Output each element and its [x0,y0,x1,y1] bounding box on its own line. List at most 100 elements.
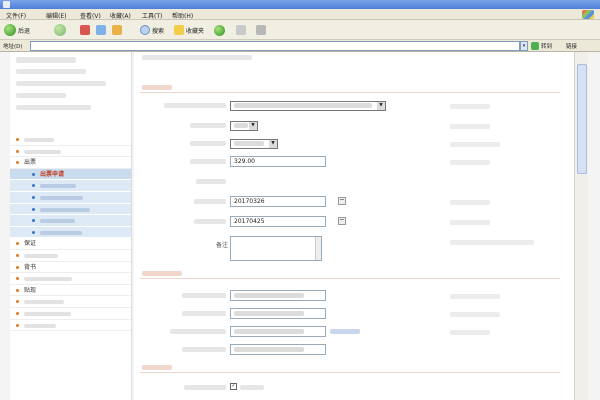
address-label: 地址(D) [3,44,23,50]
bullet-icon [16,323,19,327]
sidebar-nav-item[interactable] [10,273,131,285]
section-divider [140,278,560,279]
forward-button[interactable] [54,23,66,37]
menu-bar: 文件(F) 编辑(E) 查看(V) 收藏(A) 工具(T) 帮助(H) [0,9,600,20]
go-label: 转到 [541,44,553,50]
window-title-bar [0,0,600,9]
back-arrow-icon [4,24,16,36]
sidebar-nav-label: 贴现 [24,286,37,294]
bullet-icon [32,219,35,223]
address-input[interactable] [30,41,520,51]
issue-date-input[interactable]: 20170326 [230,196,326,207]
user-row [16,92,125,104]
sidebar-nav-item[interactable] [10,250,131,262]
star-icon [174,25,184,35]
media-button[interactable] [214,23,225,37]
bullet-icon [16,138,19,141]
chevron-down-icon: ▼ [269,140,277,148]
back-label: 后退 [18,27,31,35]
sidebar-nav-item[interactable]: 保证 [10,238,131,250]
section-divider [140,92,560,93]
form-content: ▼ ▼ ▼ 329.00 20170326 20170425 备注 ✓ [134,52,574,400]
sidebar-nav-item[interactable] [10,191,131,204]
sidebar-nav-item[interactable]: 贴现 [10,285,131,297]
address-dropdown[interactable]: ▾ [520,41,528,51]
bullet-icon [16,265,19,269]
print-icon [256,25,266,35]
menu-tools[interactable]: 工具(T) [142,11,162,20]
favorites-button[interactable]: 收藏夹 [174,23,204,37]
sidebar-nav-item[interactable]: 出票 [10,157,131,169]
search-label: 搜索 [152,27,165,35]
sidebar-nav-label: 背书 [24,263,37,271]
section-divider [140,372,560,373]
bullet-icon [32,195,35,199]
sidebar-nav-label: 出票申请 [40,170,65,178]
menu-help[interactable]: 帮助(H) [172,11,193,20]
sidebar: 出票 出票申请保证背书贴现 [10,52,132,400]
bullet-icon [16,149,19,153]
favorites-label: 收藏夹 [186,27,205,35]
sidebar-nav: 出票 出票申请保证背书贴现 [10,134,131,332]
search-button[interactable]: 搜索 [140,23,164,37]
amount-input[interactable]: 329.00 [230,156,326,167]
user-info-panel [10,52,131,116]
home-button[interactable] [112,23,122,37]
sidebar-nav-item[interactable]: 出票申请 [10,168,131,181]
refresh-icon [96,25,106,35]
calendar-icon[interactable] [338,197,346,205]
bullet-icon [16,311,19,315]
refresh-button[interactable] [96,23,106,37]
menu-file[interactable]: 文件(F) [6,11,26,20]
user-row [16,104,125,116]
bullet-icon [16,253,19,257]
menu-favorites[interactable]: 收藏(A) [110,11,131,20]
bullet-icon [32,172,35,176]
same-bank-checkbox[interactable]: ✓ [230,383,237,390]
user-row [16,68,125,80]
print-button[interactable] [256,23,266,37]
stop-icon [80,25,90,35]
search-icon [140,25,150,35]
sidebar-nav-item[interactable] [10,203,131,216]
stop-button[interactable] [80,23,90,37]
sidebar-nav-item[interactable] [10,308,131,320]
go-arrow-icon [531,42,539,50]
menu-edit[interactable]: 编辑(E) [46,11,66,20]
chevron-down-icon: ▼ [249,122,257,130]
calendar-icon[interactable] [338,217,346,225]
mail-button[interactable] [236,23,246,37]
remarks-textarea[interactable] [230,236,322,261]
back-button[interactable]: 后退 [4,23,30,37]
links-button[interactable]: 链接 [566,42,577,50]
sidebar-nav-item[interactable] [10,215,131,227]
bullet-icon [16,277,19,281]
sidebar-nav-item[interactable] [10,296,131,308]
sidebar-nav-item[interactable] [10,226,131,239]
go-button[interactable]: 转到 [531,41,552,51]
page-body: 出票 出票申请 保证 背书 贴现 ▼ ▼ ▼ 329.00 20170326 2… [0,52,600,400]
due-date-input[interactable]: 20170425 [230,216,326,227]
toolbar: 后退 搜索 收藏夹 [0,20,600,40]
sidebar-nav-label: 保证 [24,240,37,248]
page-scrollbar[interactable] [574,52,588,400]
bullet-icon [16,242,19,246]
sidebar-nav-item[interactable] [10,180,131,192]
menu-view[interactable]: 查看(V) [80,11,101,20]
scrollbar-thumb[interactable] [577,64,587,174]
sidebar-nav-item[interactable] [10,146,131,158]
textarea-scrollbar[interactable] [315,237,321,260]
address-bar: 地址(D) ▾ 转到 链接 [0,40,600,52]
sidebar-nav-item[interactable]: 背书 [10,262,131,274]
bullet-icon [16,300,19,304]
bullet-icon [16,161,19,165]
bullet-icon [32,184,35,188]
sidebar-nav-item[interactable] [10,320,131,332]
windows-logo-icon [582,10,594,19]
sidebar-nav-item[interactable] [10,134,131,146]
forward-arrow-icon [54,24,66,36]
bullet-icon [32,207,35,211]
bullet-icon [16,288,19,292]
user-row [16,80,125,92]
sidebar-nav-label: 出票 [24,159,37,167]
